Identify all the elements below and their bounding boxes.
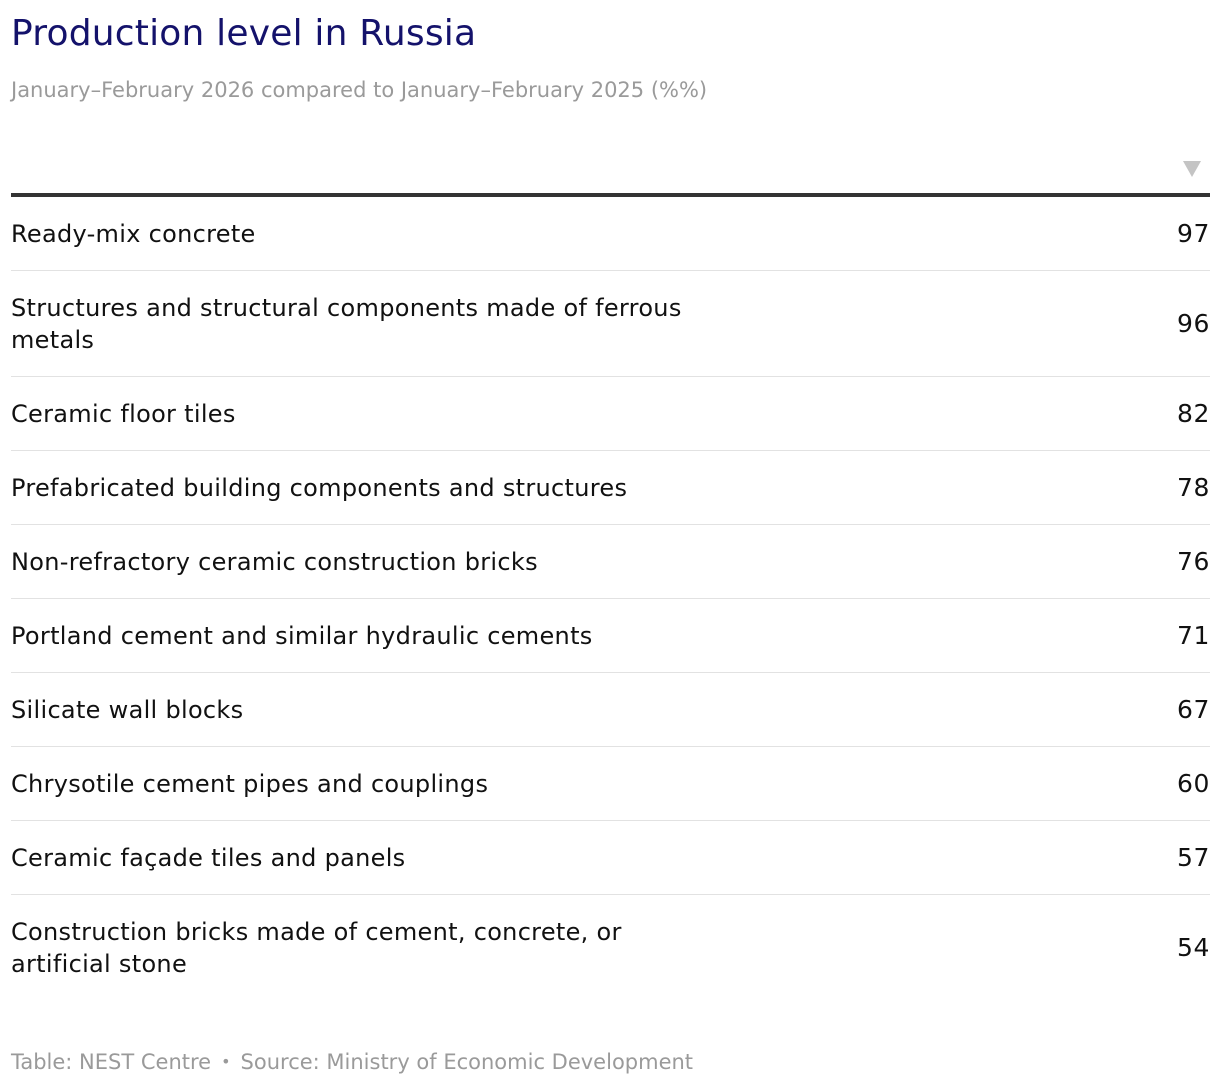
row-label: Chrysotile cement pipes and couplings <box>11 769 489 798</box>
row-value: 82 <box>1176 398 1210 428</box>
separator-dot: • <box>221 1052 231 1071</box>
table-row: Ready-mix concrete 97 <box>11 197 1210 271</box>
table-container: Production level in Russia January–Febru… <box>11 0 1210 1001</box>
row-label: Portland cement and similar hydraulic ce… <box>11 621 593 650</box>
table-credit: Table: NEST Centre <box>11 1050 212 1074</box>
row-value: 67 <box>1176 694 1210 724</box>
table-row: Structures and structural components mad… <box>11 271 1210 377</box>
footer-credits: Table: NEST Centre • Source: Ministry of E… <box>11 1049 693 1077</box>
table-row: Chrysotile cement pipes and couplings 60 <box>11 747 1210 821</box>
row-label: Non-refractory ceramic construction bric… <box>11 547 538 576</box>
table-row: Construction bricks made of cement, conc… <box>11 895 1210 1001</box>
row-value: 71 <box>1176 620 1210 650</box>
row-value: 96 <box>1176 308 1210 338</box>
row-value: 57 <box>1176 842 1210 872</box>
row-label: Prefabricated building components and st… <box>11 473 628 502</box>
row-value: 54 <box>1176 933 1210 962</box>
row-label: Ceramic floor tiles <box>11 399 236 428</box>
page-title: Production level in Russia <box>11 13 477 54</box>
table-header <box>11 155 1210 197</box>
row-value: 78 <box>1176 472 1210 502</box>
row-label: Structures and structural components mad… <box>11 293 682 354</box>
row-label: Ready-mix concrete <box>11 219 256 248</box>
row-value: 97 <box>1176 218 1210 248</box>
row-label: Construction bricks made of cement, conc… <box>11 918 622 978</box>
row-value: 60 <box>1176 768 1210 798</box>
row-value: 76 <box>1176 546 1210 576</box>
row-label: Ceramic façade tiles and panels <box>11 843 406 872</box>
table-row: Prefabricated building components and st… <box>11 451 1210 525</box>
sort-descending-icon[interactable] <box>1183 161 1201 177</box>
table-row: Portland cement and similar hydraulic ce… <box>11 599 1210 673</box>
table-row: Silicate wall blocks 67 <box>11 673 1210 747</box>
table-row: Ceramic façade tiles and panels 57 <box>11 821 1210 895</box>
table-row: Non-refractory ceramic construction bric… <box>11 525 1210 599</box>
table-body: Ready-mix concrete 97 Structures and str… <box>11 197 1210 1001</box>
table-row: Ceramic floor tiles 82 <box>11 377 1210 451</box>
page-subtitle: January–February 2026 compared to Januar… <box>11 78 708 102</box>
row-label: Silicate wall blocks <box>11 695 244 724</box>
source-credit: Source: Ministry of Economic Development <box>240 1050 694 1074</box>
